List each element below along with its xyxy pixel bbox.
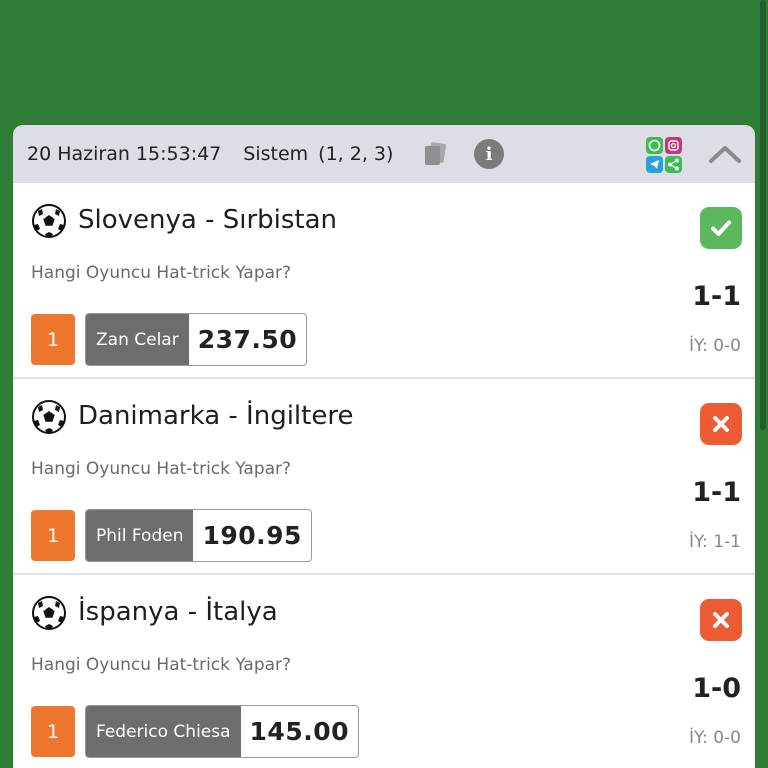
selection-box[interactable]: Zan Celar 237.50 xyxy=(85,313,308,366)
social-share-icon[interactable] xyxy=(645,136,683,174)
close-icon xyxy=(700,599,742,641)
coupon-card: 20 Haziran 15:53:47 Sistem (1, 2, 3) i S… xyxy=(13,125,755,768)
market-name: Hangi Oyuncu Hat-trick Yapar? xyxy=(31,263,292,283)
info-icon[interactable]: i xyxy=(474,139,504,169)
close-icon xyxy=(700,403,742,445)
pick-number: 1 xyxy=(31,510,75,561)
selection-player: Zan Celar xyxy=(86,314,189,365)
pick-number: 1 xyxy=(31,314,75,365)
selection-odds: 190.95 xyxy=(202,521,302,550)
half-time-score: İY: 0-0 xyxy=(688,336,741,356)
market-name: Hangi Oyuncu Hat-trick Yapar? xyxy=(31,459,292,479)
coupon-combination: (1, 2, 3) xyxy=(318,143,394,165)
selection-box[interactable]: Phil Foden 190.95 xyxy=(85,509,312,562)
market-name: Hangi Oyuncu Hat-trick Yapar? xyxy=(31,655,292,675)
match-item: Danimarka - İngiltere Hangi Oyuncu Hat-t… xyxy=(13,379,755,575)
soccer-ball-icon xyxy=(31,595,67,631)
half-time-score: İY: 0-0 xyxy=(688,728,741,748)
chevron-up-icon[interactable] xyxy=(707,143,743,165)
coupon-header: 20 Haziran 15:53:47 Sistem (1, 2, 3) i xyxy=(13,125,755,183)
match-score: 1-1 xyxy=(692,477,741,508)
coupon-type: Sistem xyxy=(243,143,309,165)
soccer-ball-icon xyxy=(31,203,67,239)
selection-player: Federico Chiesa xyxy=(86,706,241,757)
match-title: İspanya - İtalya xyxy=(78,597,278,627)
match-item: Slovenya - Sırbistan Hangi Oyuncu Hat-tr… xyxy=(13,183,755,379)
soccer-ball-icon xyxy=(31,399,67,435)
match-score: 1-1 xyxy=(692,281,741,312)
half-time-score: İY: 1-1 xyxy=(688,532,741,552)
match-score: 1-0 xyxy=(692,673,741,704)
copy-icon[interactable] xyxy=(421,140,449,168)
match-item: İspanya - İtalya Hangi Oyuncu Hat-trick … xyxy=(13,575,755,768)
selection-odds: 145.00 xyxy=(249,717,350,746)
match-title: Slovenya - Sırbistan xyxy=(78,205,338,235)
selection-odds: 237.50 xyxy=(197,325,298,354)
page-scrollbar[interactable] xyxy=(760,0,766,430)
pick-number: 1 xyxy=(31,706,75,757)
selection-player: Phil Foden xyxy=(86,510,194,561)
selection-box[interactable]: Federico Chiesa 145.00 xyxy=(85,705,360,758)
check-icon xyxy=(700,207,742,249)
match-title: Danimarka - İngiltere xyxy=(78,401,354,431)
coupon-date: 20 Haziran 15:53:47 xyxy=(27,143,222,165)
